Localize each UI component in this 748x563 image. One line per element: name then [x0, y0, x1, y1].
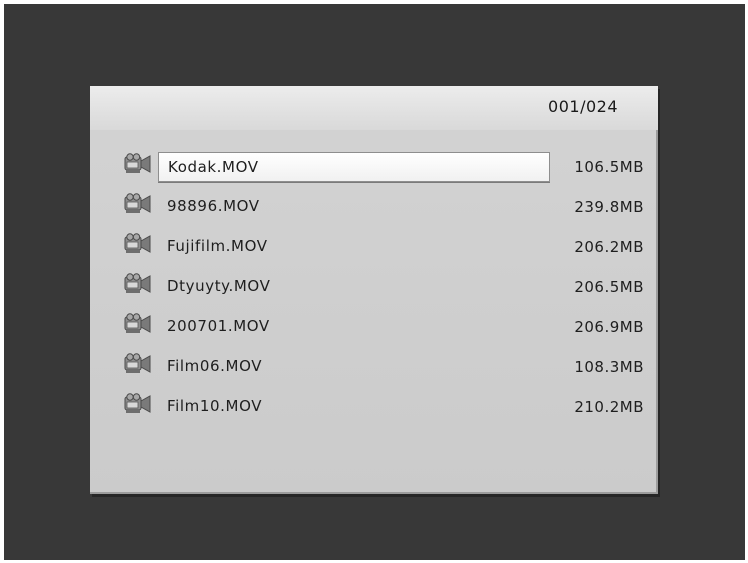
file-list-item[interactable]: Kodak.MOV 106.5MB — [90, 152, 658, 192]
video-file-icon — [124, 393, 151, 413]
file-name: Kodak.MOV — [158, 152, 550, 182]
file-counter: 001/024 — [548, 97, 618, 116]
file-name: Dtyuyty.MOV — [167, 277, 271, 295]
file-size: 206.9MB — [574, 318, 644, 336]
video-file-icon — [124, 153, 151, 173]
tv-screen: 001/024 Kodak.MOV 106.5MB 98896.MOV 239.… — [4, 4, 745, 560]
file-size: 210.2MB — [574, 398, 644, 416]
video-file-icon — [124, 193, 151, 213]
file-list-item[interactable]: 98896.MOV 239.8MB — [90, 192, 658, 232]
file-name: Film06.MOV — [167, 357, 263, 375]
file-size: 206.2MB — [574, 238, 644, 256]
file-name: 98896.MOV — [167, 197, 260, 215]
video-file-icon — [124, 233, 151, 253]
file-size: 206.5MB — [574, 278, 644, 296]
file-size: 106.5MB — [574, 158, 644, 176]
file-list: Kodak.MOV 106.5MB 98896.MOV 239.8MB Fuji… — [90, 152, 658, 432]
file-list-item[interactable]: Film06.MOV 108.3MB — [90, 352, 658, 392]
file-list-item[interactable]: Dtyuyty.MOV 206.5MB — [90, 272, 658, 312]
panel-header: 001/024 — [90, 86, 658, 130]
video-file-icon — [124, 353, 151, 373]
file-browser-panel: 001/024 Kodak.MOV 106.5MB 98896.MOV 239.… — [90, 86, 658, 494]
file-name: Film10.MOV — [167, 397, 263, 415]
file-size: 239.8MB — [574, 198, 644, 216]
video-file-icon — [124, 313, 151, 333]
file-list-item[interactable]: Film10.MOV 210.2MB — [90, 392, 658, 432]
video-file-icon — [124, 273, 151, 293]
file-list-item[interactable]: 200701.MOV 206.9MB — [90, 312, 658, 352]
file-list-item[interactable]: Fujifilm.MOV 206.2MB — [90, 232, 658, 272]
file-size: 108.3MB — [574, 358, 644, 376]
file-name: Fujifilm.MOV — [167, 237, 268, 255]
file-name: 200701.MOV — [167, 317, 270, 335]
